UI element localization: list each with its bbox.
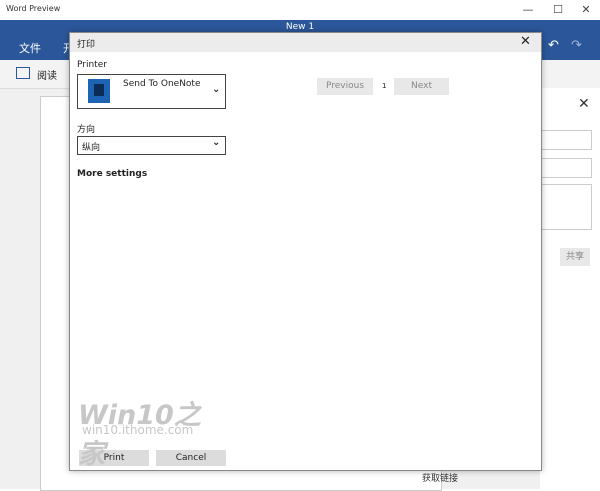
orientation-select[interactable]: 纵向 ⌄ — [77, 136, 226, 155]
share-button[interactable]: 共享 — [560, 248, 590, 266]
maximize-button[interactable]: ☐ — [544, 2, 572, 18]
undo-icon[interactable]: ↶ — [548, 38, 559, 53]
panel-close-icon[interactable]: ✕ — [578, 96, 590, 112]
dialog-title: 打印 — [77, 40, 96, 50]
printer-label: Printer — [77, 60, 107, 70]
share-message-field[interactable] — [540, 184, 592, 230]
orientation-value: 纵向 — [82, 143, 101, 153]
read-mode-icon[interactable] — [16, 67, 30, 79]
chevron-down-icon: ⌄ — [212, 84, 221, 95]
dialog-close-icon[interactable]: ✕ — [520, 34, 531, 49]
share-field-1[interactable] — [540, 130, 592, 150]
page-number: 1 — [382, 82, 387, 90]
onenote-printer-icon — [88, 79, 110, 103]
minimize-button[interactable]: — — [514, 2, 542, 18]
redo-icon[interactable]: ↷ — [571, 38, 582, 53]
window-close-button[interactable]: ✕ — [572, 2, 600, 18]
chevron-down-icon: ⌄ — [212, 137, 221, 148]
printer-select[interactable]: Send To OneNote ⌄ — [77, 74, 226, 109]
share-field-2[interactable] — [540, 158, 592, 178]
printer-value: Send To OneNote — [123, 79, 201, 89]
watermark: Win10之家 win10.ithome.com — [78, 393, 218, 470]
next-page-button[interactable]: Next — [394, 78, 449, 95]
share-panel: ✕ 共享 — [540, 88, 600, 489]
document-title: New 1 — [285, 22, 315, 32]
watermark-url: win10.ithome.com — [82, 423, 194, 437]
window-titlebar: Word Preview — ☐ ✕ — [0, 0, 600, 20]
dialog-header: 打印 ✕ — [70, 33, 541, 52]
orientation-label: 方向 — [77, 125, 96, 135]
more-settings-link[interactable]: More settings — [77, 169, 147, 179]
previous-page-button[interactable]: Previous — [317, 78, 373, 95]
tab-file[interactable]: 文件 — [19, 40, 41, 56]
window-title: Word Preview — [6, 4, 61, 13]
read-mode-button[interactable]: 阅读 — [37, 67, 57, 82]
get-link[interactable]: 获取链接 — [422, 471, 458, 484]
